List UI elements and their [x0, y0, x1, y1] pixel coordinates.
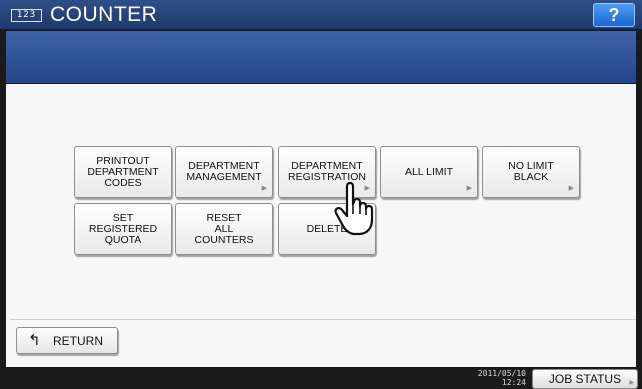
message-banner: [6, 31, 636, 83]
no-limit-black-button[interactable]: NO LIMIT BLACK ▶: [482, 146, 580, 198]
return-label: RETURN: [53, 334, 103, 348]
department-management-button[interactable]: DEPARTMENT MANAGEMENT ▶: [175, 146, 273, 198]
submenu-arrow-icon: ▶: [466, 185, 472, 192]
button-label: SET REGISTERED QUOTA: [88, 211, 158, 246]
job-status-label: JOB STATUS: [548, 372, 622, 386]
submenu-arrow-icon: ▶: [629, 380, 634, 386]
button-label: NO LIMIT BLACK: [508, 160, 554, 183]
panel-divider: [10, 319, 636, 320]
set-registered-quota-button[interactable]: SET REGISTERED QUOTA: [74, 203, 172, 255]
button-label: RESET ALL COUNTERS: [194, 211, 254, 246]
button-label: DELETE: [306, 222, 348, 235]
counter-app-icon: 123: [11, 9, 42, 22]
all-limit-button[interactable]: ALL LIMIT ▶: [380, 146, 478, 198]
date-time: 2011/05/10 12:24: [466, 369, 526, 387]
return-button[interactable]: ↰ RETURN: [16, 327, 118, 354]
return-arrow-icon: ↰: [28, 332, 41, 349]
page-title: COUNTER: [50, 3, 158, 26]
help-button[interactable]: ?: [593, 3, 635, 27]
submenu-arrow-icon: ▶: [261, 185, 267, 192]
submenu-arrow-icon: ▶: [568, 185, 574, 192]
department-registration-button[interactable]: DEPARTMENT REGISTRATION ▶: [278, 146, 376, 198]
button-label: ALL LIMIT: [404, 165, 454, 178]
button-label: DEPARTMENT MANAGEMENT: [186, 160, 262, 183]
date-text: 2011/05/10: [477, 369, 526, 378]
printout-department-codes-button[interactable]: PRINTOUT DEPARTMENT CODES: [74, 146, 172, 198]
submenu-arrow-icon: ▶: [364, 185, 370, 192]
reset-all-counters-button[interactable]: RESET ALL COUNTERS: [175, 203, 273, 255]
title-bar: 123 COUNTER ?: [0, 0, 642, 30]
time-text: 12:24: [501, 378, 526, 387]
button-label: PRINTOUT DEPARTMENT CODES: [87, 154, 159, 189]
delete-button[interactable]: DELETE: [278, 203, 376, 255]
button-label: DEPARTMENT REGISTRATION: [288, 160, 366, 183]
job-status-button[interactable]: JOB STATUS ▶: [532, 369, 638, 389]
